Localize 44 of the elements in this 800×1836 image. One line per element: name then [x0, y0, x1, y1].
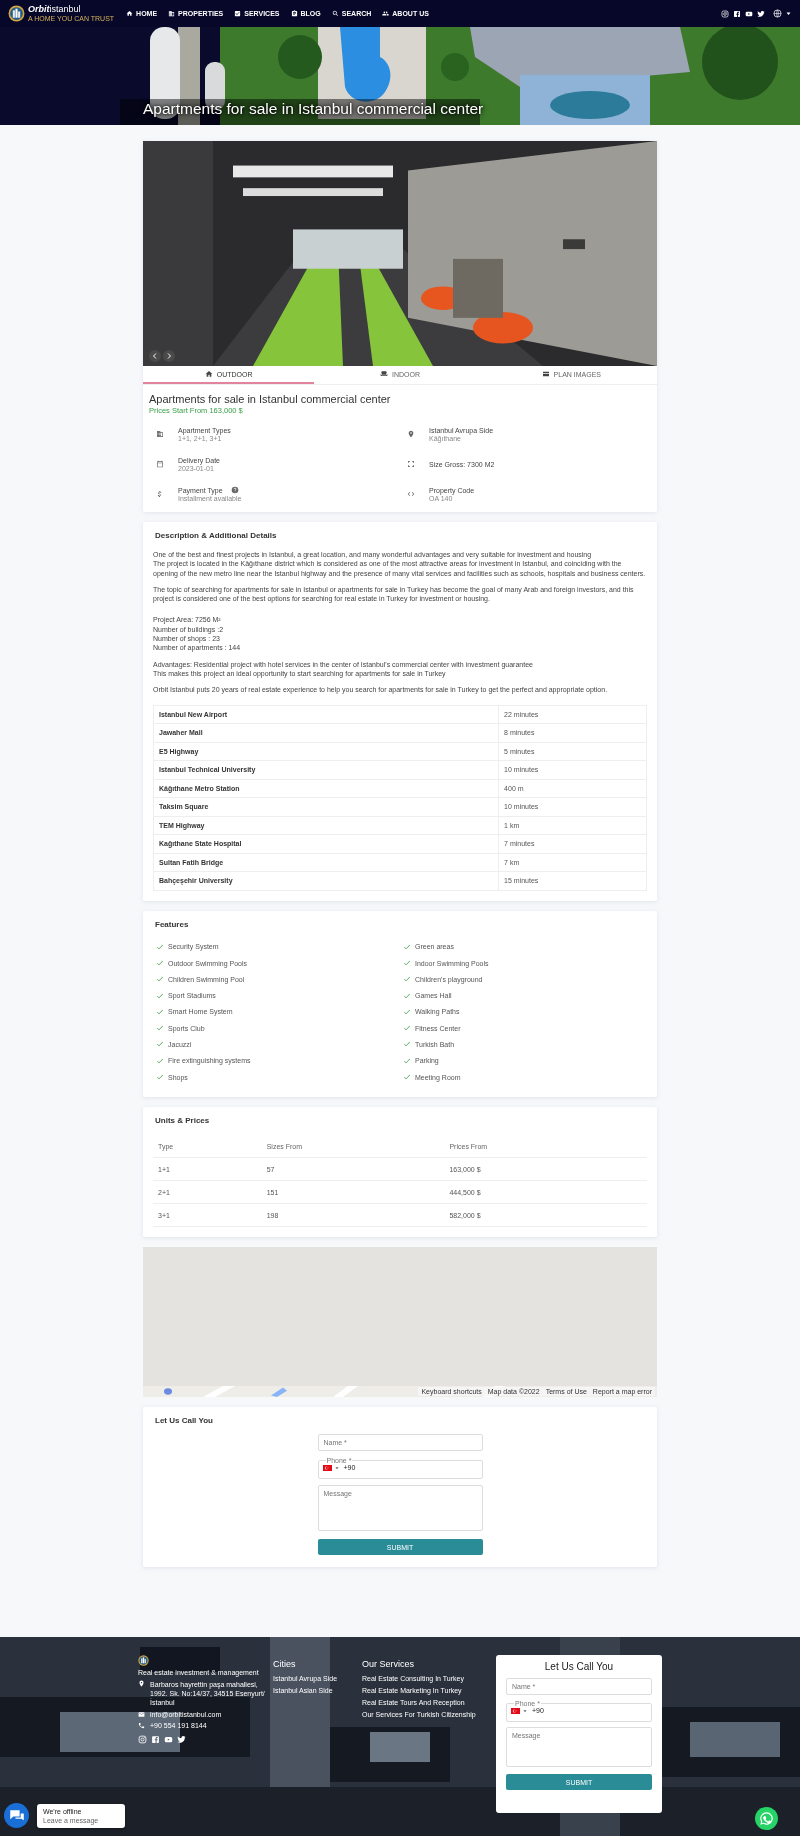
logo-icon[interactable] — [8, 5, 25, 22]
sofa-icon[interactable] — [380, 370, 388, 378]
globe-icon[interactable] — [773, 9, 782, 18]
mail-icon — [138, 1711, 145, 1718]
calendar-icon — [156, 460, 164, 468]
phone-icon — [138, 1722, 145, 1729]
whatsapp-icon[interactable] — [755, 1807, 778, 1830]
expand-icon — [407, 460, 415, 468]
home-icon[interactable] — [126, 10, 134, 17]
logo-icon[interactable] — [138, 1655, 149, 1666]
form-heading: Let Us Call You — [543, 1661, 615, 1672]
footer-heading: Our Services — [362, 1659, 415, 1669]
house-icon[interactable] — [204, 370, 213, 378]
logo-text[interactable]: Orbitistanbul — [28, 4, 115, 14]
location-icon — [138, 1680, 145, 1687]
caret-icon[interactable] — [786, 11, 791, 16]
building-icon — [156, 430, 164, 438]
chat-icon[interactable] — [4, 1803, 29, 1828]
dollar-icon — [156, 490, 164, 498]
clipboard-icon[interactable] — [290, 10, 298, 17]
section-heading: Units & Prices — [154, 1116, 211, 1127]
twitter-icon[interactable] — [757, 9, 765, 18]
footer-heading: Cities — [273, 1659, 297, 1669]
flag-icon[interactable] — [511, 1707, 520, 1714]
checkbox-icon[interactable] — [234, 10, 242, 17]
people-icon[interactable] — [382, 10, 390, 17]
property-title: Apartments for sale in Istanbul commercial center — [149, 393, 392, 406]
help-icon[interactable] — [230, 486, 239, 494]
twitter-icon[interactable] — [177, 1735, 186, 1744]
section-heading: Let Us Call You — [154, 1416, 214, 1427]
chevron-right-icon[interactable] — [163, 350, 175, 362]
facebook-icon[interactable] — [733, 9, 741, 18]
search-icon[interactable] — [331, 10, 339, 17]
section-heading: Features — [154, 919, 190, 930]
section-heading: Description & Additional Details — [154, 531, 278, 541]
youtube-icon[interactable] — [745, 9, 753, 18]
instagram-icon[interactable] — [721, 9, 729, 18]
chevron-left-icon[interactable] — [149, 350, 161, 362]
flag-icon[interactable] — [322, 1464, 332, 1471]
location-icon — [407, 430, 415, 438]
image-icon[interactable] — [541, 370, 550, 378]
instagram-icon[interactable] — [138, 1735, 147, 1744]
code-icon — [407, 490, 415, 498]
building-icon[interactable] — [168, 10, 176, 17]
